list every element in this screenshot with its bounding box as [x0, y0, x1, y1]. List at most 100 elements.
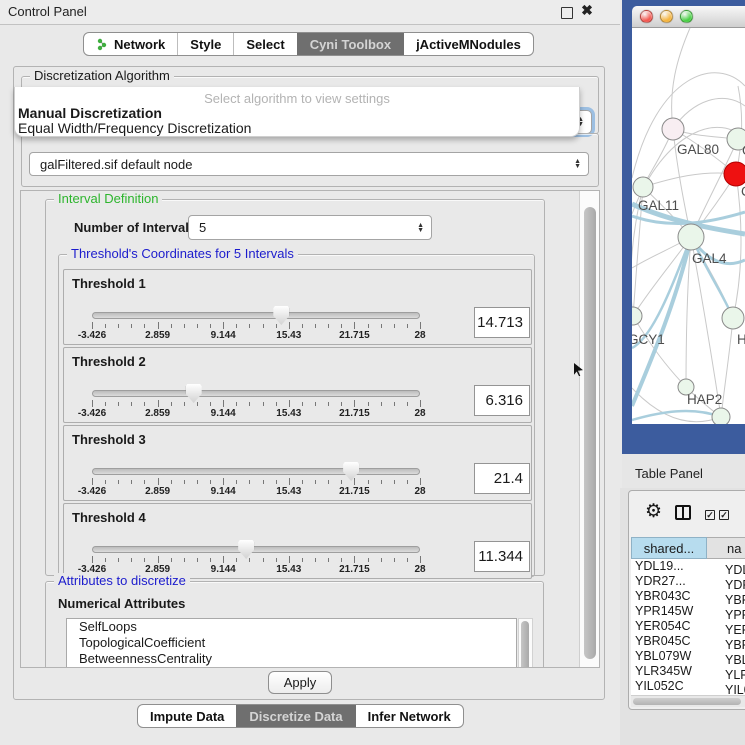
attributes-group: Attributes to discretize Numerical Attri… [45, 581, 544, 668]
network-node-gal4[interactable] [678, 224, 704, 250]
table-hscrollbar-thumb[interactable] [633, 698, 741, 705]
tab-infer-network[interactable]: Infer Network [355, 705, 463, 727]
control-panel-title: Control Panel [8, 4, 87, 19]
table-data-group: Table Data galFiltered.sif default node … [21, 133, 599, 187]
tab-select[interactable]: Select [233, 33, 296, 55]
threshold-row: Threshold 4-3.4262.8599.14415.4321.71528… [63, 503, 532, 579]
network-node-label: GAL11 [638, 198, 679, 213]
stepper-icon: ▲▼ [574, 159, 581, 169]
zoom-traffic-light-icon[interactable] [680, 10, 693, 23]
table-row[interactable]: YDL19...YDL1 [631, 559, 745, 574]
float-icon[interactable] [561, 7, 573, 19]
settings-scroll-panel: Interval Definition Number of Intervals … [20, 190, 600, 668]
network-node-gal11[interactable] [633, 177, 653, 197]
table-row[interactable]: YLR345WYLR3 [631, 664, 745, 679]
tab-jactivemnodules[interactable]: jActiveMNodules [403, 33, 533, 55]
tab-style[interactable]: Style [177, 33, 233, 55]
slider-tick-labels: -3.4262.8599.14415.4321.71528 [92, 408, 420, 420]
threshold-value-field[interactable]: 14.713 [474, 307, 530, 338]
network-node-label: GAL4 [692, 251, 727, 266]
apply-button[interactable]: Apply [268, 671, 332, 694]
attribute-list-item[interactable]: TopologicalCoefficient [67, 635, 516, 651]
network-node[interactable] [712, 408, 730, 424]
slider-track[interactable] [92, 312, 420, 319]
table-data-combobox[interactable]: galFiltered.sif default node ▲▼ [29, 152, 589, 176]
thresholds-group-label: Threshold's Coordinates for 5 Intervals [67, 246, 298, 261]
threshold-slider[interactable]: -3.4262.8599.14415.4321.71528 [92, 348, 420, 424]
slider-ticks [92, 556, 420, 564]
tab-network-label: Network [114, 37, 165, 52]
network-graph-icon [96, 38, 109, 51]
threshold-value-field[interactable]: 11.344 [474, 541, 530, 572]
threshold-slider[interactable]: -3.4262.8599.14415.4321.71528 [92, 426, 420, 502]
attributes-scrollbar-thumb[interactable] [521, 621, 529, 668]
network-node-gal80[interactable] [662, 118, 684, 140]
checkbox-icon[interactable]: ✓ [705, 510, 715, 520]
network-node-gcy1[interactable] [632, 307, 642, 325]
number-of-intervals-value: 5 [199, 220, 206, 235]
network-node-label: C [741, 184, 745, 199]
table-row[interactable]: YDR27...YDR2 [631, 574, 745, 589]
minimize-traffic-light-icon[interactable] [660, 10, 673, 23]
table-row[interactable]: YBR045CYBR0 [631, 634, 745, 649]
settings-scrollbar-thumb[interactable] [584, 207, 596, 659]
table-row[interactable]: YER054CYER0 [631, 619, 745, 634]
control-panel-tabs: Network Style Select Cyni Toolbox jActiv… [83, 32, 534, 56]
cyni-mode-tabs: Impute Data Discretize Data Infer Networ… [137, 704, 464, 728]
threshold-slider[interactable]: -3.4262.8599.14415.4321.71528 [92, 270, 420, 346]
attribute-list-item[interactable]: SelfLoops [67, 619, 516, 635]
threshold-row: Threshold 2-3.4262.8599.14415.4321.71528… [63, 347, 532, 423]
settings-scrollbar[interactable] [579, 191, 600, 667]
number-of-intervals-label: Number of Intervals [74, 220, 196, 235]
threshold-row: Threshold 3-3.4262.8599.14415.4321.71528… [63, 425, 532, 501]
tab-cyni-toolbox[interactable]: Cyni Toolbox [297, 33, 403, 55]
interval-definition-label: Interval Definition [54, 191, 162, 206]
close-icon[interactable]: ✖ [581, 4, 593, 16]
table-row[interactable]: YBL079WYBL0 [631, 649, 745, 664]
algorithm-option-manual[interactable]: Manual Discretization [18, 105, 162, 121]
network-node-label: GAL80 [677, 142, 719, 157]
table-panel-title: Table Panel [635, 466, 703, 481]
tab-network[interactable]: Network [84, 33, 177, 55]
threshold-slider[interactable]: -3.4262.8599.14415.4321.71528 [92, 504, 420, 580]
numerical-attributes-label: Numerical Attributes [58, 596, 185, 611]
table-row[interactable]: YPR145WYPR1 [631, 604, 745, 619]
threshold-value-field[interactable]: 21.4 [474, 463, 530, 494]
network-node-c[interactable] [724, 162, 745, 186]
stepper-icon: ▲▼ [417, 223, 424, 233]
attributes-scrollbar[interactable] [518, 618, 533, 668]
slider-ticks [92, 322, 420, 330]
slider-track[interactable] [92, 468, 420, 475]
number-of-intervals-combobox[interactable]: 5 ▲▼ [188, 215, 432, 240]
thresholds-group: Threshold's Coordinates for 5 Intervals … [58, 254, 535, 577]
checkbox-icon[interactable]: ✓ [719, 510, 729, 520]
algorithm-option-equal-width[interactable]: Equal Width/Frequency Discretization [18, 120, 251, 136]
slider-ticks [92, 478, 420, 486]
slider-track[interactable] [92, 546, 420, 553]
table-rows[interactable]: YDL19...YDL1YDR27...YDR2YBR043CYBR0YPR14… [631, 559, 745, 695]
algorithm-placeholder: Select algorithm to view settings [15, 91, 579, 106]
tab-discretize-data[interactable]: Discretize Data [236, 705, 354, 727]
network-node-label: GCY1 [632, 332, 665, 347]
threshold-value-field[interactable]: 6.316 [474, 385, 530, 416]
slider-track[interactable] [92, 390, 420, 397]
attribute-list-item[interactable]: BetweennessCentrality [67, 651, 516, 667]
column-header-name[interactable]: na [707, 537, 745, 559]
threshold-row: Threshold 1-3.4262.8599.14415.4321.71528… [63, 269, 532, 345]
table-row[interactable]: YBR043CYBR0 [631, 589, 745, 604]
network-node-label: HAP2 [687, 392, 722, 407]
numerical-attributes-list[interactable]: SelfLoopsTopologicalCoefficientBetweenne… [66, 618, 517, 668]
control-panel-titlebar: Control Panel ✖ [0, 0, 620, 25]
interval-definition-group: Interval Definition Number of Intervals … [45, 199, 545, 576]
network-view-window: GAL80GACGAL11GAL4GCY1HHAP2 [622, 0, 745, 454]
network-node-h[interactable] [722, 307, 744, 329]
split-columns-icon[interactable] [675, 505, 691, 520]
network-node-label: H [737, 332, 745, 347]
table-hscrollbar[interactable] [631, 695, 745, 707]
close-traffic-light-icon[interactable] [640, 10, 653, 23]
tab-impute-data[interactable]: Impute Data [138, 705, 236, 727]
column-header-shared-name[interactable]: shared... [631, 537, 707, 559]
network-canvas[interactable]: GAL80GACGAL11GAL4GCY1HHAP2 [632, 28, 745, 424]
table-row[interactable]: YIL052CYIL0 [631, 679, 745, 694]
gear-icon[interactable]: ⚙ [645, 502, 662, 521]
